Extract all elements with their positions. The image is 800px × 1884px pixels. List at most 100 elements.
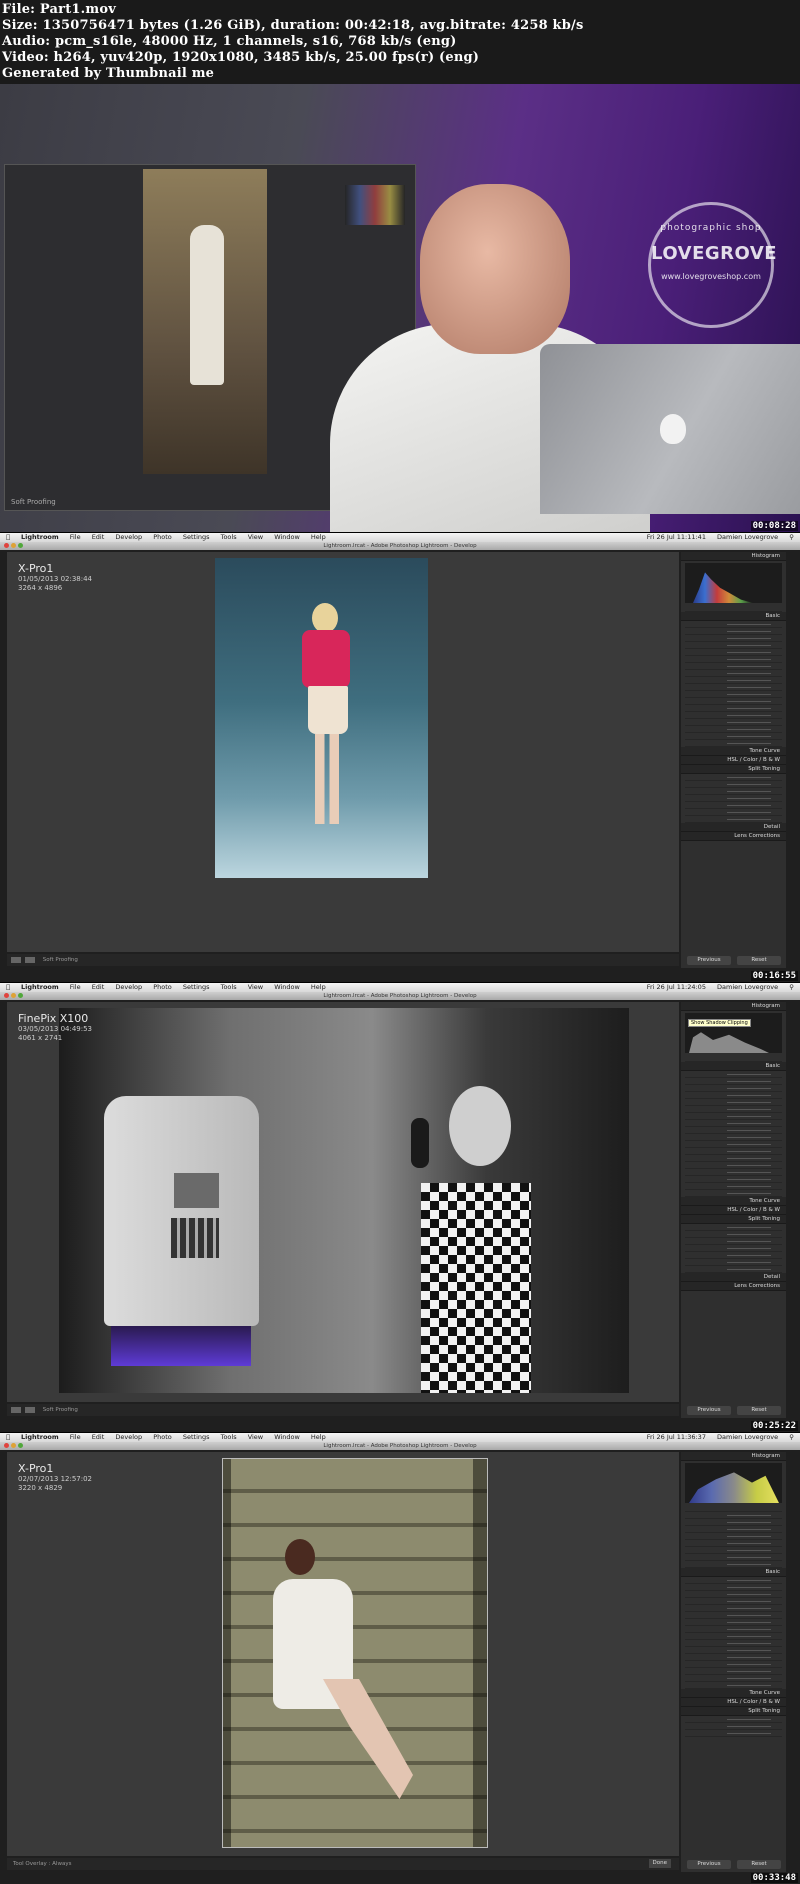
- crop-row[interactable]: [685, 1540, 782, 1547]
- split-row[interactable]: [685, 809, 782, 816]
- menu-photo[interactable]: Photo: [153, 983, 172, 991]
- done-button[interactable]: Done: [648, 1859, 671, 1868]
- basic-row[interactable]: [685, 705, 782, 712]
- menu-develop[interactable]: Develop: [115, 533, 142, 541]
- loupe-view-icon[interactable]: [11, 1407, 21, 1413]
- menu-view[interactable]: View: [248, 1433, 263, 1441]
- menu-file[interactable]: File: [70, 983, 81, 991]
- split-row[interactable]: [685, 1224, 782, 1231]
- split-row[interactable]: [685, 1723, 782, 1730]
- menu-clock[interactable]: Fri 26 Jul 11:11:41: [647, 533, 706, 541]
- menu-develop[interactable]: Develop: [115, 983, 142, 991]
- split-row[interactable]: [685, 781, 782, 788]
- basic-row[interactable]: [685, 1120, 782, 1127]
- toolbar-label[interactable]: Soft Proofing: [43, 957, 78, 963]
- basic-row[interactable]: [685, 656, 782, 663]
- menu-user[interactable]: Damien Lovegrove: [717, 983, 778, 991]
- previous-button[interactable]: Previous: [687, 956, 731, 965]
- zoom-icon[interactable]: [18, 993, 23, 998]
- panel-basic[interactable]: Basic: [681, 1568, 786, 1577]
- basic-row[interactable]: [685, 670, 782, 677]
- basic-row[interactable]: [685, 1071, 782, 1078]
- basic-row[interactable]: [685, 649, 782, 656]
- image-work-area[interactable]: X-Pro1 02/07/2013 12:57:02 3220 x 4829: [7, 1452, 679, 1856]
- crop-row[interactable]: [685, 1533, 782, 1540]
- basic-row[interactable]: [685, 1127, 782, 1134]
- menu-edit[interactable]: Edit: [92, 983, 105, 991]
- basic-row[interactable]: [685, 698, 782, 705]
- reset-button[interactable]: Reset: [737, 1860, 781, 1869]
- split-row[interactable]: [685, 1259, 782, 1266]
- basic-row[interactable]: [685, 1612, 782, 1619]
- panel-tone-curve[interactable]: Tone Curve: [681, 747, 786, 756]
- basic-row[interactable]: [685, 1169, 782, 1176]
- image-work-area[interactable]: FinePix X100 03/05/2013 04:49:53 4061 x …: [7, 1002, 679, 1402]
- split-row[interactable]: [685, 1730, 782, 1737]
- crop-row[interactable]: [685, 1512, 782, 1519]
- menu-user[interactable]: Damien Lovegrove: [717, 1433, 778, 1441]
- reset-button[interactable]: Reset: [737, 1406, 781, 1415]
- menu-photo[interactable]: Photo: [153, 533, 172, 541]
- panel-lens-corrections[interactable]: Lens Corrections: [681, 832, 786, 841]
- basic-row[interactable]: [685, 1633, 782, 1640]
- basic-row[interactable]: [685, 1099, 782, 1106]
- menu-user[interactable]: Damien Lovegrove: [717, 533, 778, 541]
- panel-histogram[interactable]: Histogram: [681, 552, 786, 561]
- panel-split-toning[interactable]: Split Toning: [681, 1707, 786, 1716]
- menu-clock[interactable]: Fri 26 Jul 11:36:37: [647, 1433, 706, 1441]
- basic-row[interactable]: [685, 1605, 782, 1612]
- basic-row[interactable]: [685, 628, 782, 635]
- basic-row[interactable]: [685, 1675, 782, 1682]
- menu-clock[interactable]: Fri 26 Jul 11:24:05: [647, 983, 706, 991]
- loupe-view-icon[interactable]: [11, 957, 21, 963]
- menu-help[interactable]: Help: [311, 533, 326, 541]
- panel-hsl[interactable]: HSL / Color / B & W: [681, 1698, 786, 1707]
- basic-row[interactable]: [685, 1162, 782, 1169]
- basic-row[interactable]: [685, 684, 782, 691]
- menu-settings[interactable]: Settings: [183, 1433, 210, 1441]
- basic-row[interactable]: [685, 1106, 782, 1113]
- crop-row[interactable]: [685, 1554, 782, 1561]
- crop-row[interactable]: [685, 1547, 782, 1554]
- basic-row[interactable]: [685, 1176, 782, 1183]
- panel-basic[interactable]: Basic: [681, 1062, 786, 1071]
- panel-detail[interactable]: Detail: [681, 1273, 786, 1282]
- tool-strip[interactable]: [685, 1055, 782, 1062]
- basic-row[interactable]: [685, 1183, 782, 1190]
- crop-row[interactable]: [685, 1526, 782, 1533]
- toolbar-label[interactable]: Tool Overlay : Always: [13, 1861, 71, 1867]
- close-icon[interactable]: [4, 543, 9, 548]
- split-row[interactable]: [685, 1238, 782, 1245]
- basic-row[interactable]: [685, 733, 782, 740]
- crop-row[interactable]: [685, 1519, 782, 1526]
- menu-settings[interactable]: Settings: [183, 533, 210, 541]
- basic-row[interactable]: [685, 1591, 782, 1598]
- spotlight-icon[interactable]: ⚲: [789, 983, 794, 991]
- basic-row[interactable]: [685, 712, 782, 719]
- spotlight-icon[interactable]: ⚲: [789, 533, 794, 541]
- panel-lens-corrections[interactable]: Lens Corrections: [681, 1282, 786, 1291]
- basic-row[interactable]: [685, 1647, 782, 1654]
- menu-file[interactable]: File: [70, 533, 81, 541]
- panel-hsl[interactable]: HSL / Color / B & W: [681, 756, 786, 765]
- zoom-icon[interactable]: [18, 1443, 23, 1448]
- apple-menu-icon[interactable]: : [6, 1433, 10, 1441]
- basic-row[interactable]: [685, 740, 782, 747]
- reset-button[interactable]: Reset: [737, 956, 781, 965]
- basic-row[interactable]: [685, 1134, 782, 1141]
- photo-canvas[interactable]: [59, 1008, 629, 1393]
- minimize-icon[interactable]: [11, 1443, 16, 1448]
- basic-row[interactable]: [685, 1141, 782, 1148]
- split-row[interactable]: [685, 816, 782, 823]
- basic-row[interactable]: [685, 642, 782, 649]
- basic-row[interactable]: [685, 1155, 782, 1162]
- minimize-icon[interactable]: [11, 993, 16, 998]
- menu-tools[interactable]: Tools: [221, 983, 237, 991]
- basic-row[interactable]: [685, 1661, 782, 1668]
- split-row[interactable]: [685, 1252, 782, 1259]
- basic-row[interactable]: [685, 1626, 782, 1633]
- split-row[interactable]: [685, 1716, 782, 1723]
- split-row[interactable]: [685, 1231, 782, 1238]
- menu-edit[interactable]: Edit: [92, 1433, 105, 1441]
- tool-strip[interactable]: [685, 1505, 782, 1512]
